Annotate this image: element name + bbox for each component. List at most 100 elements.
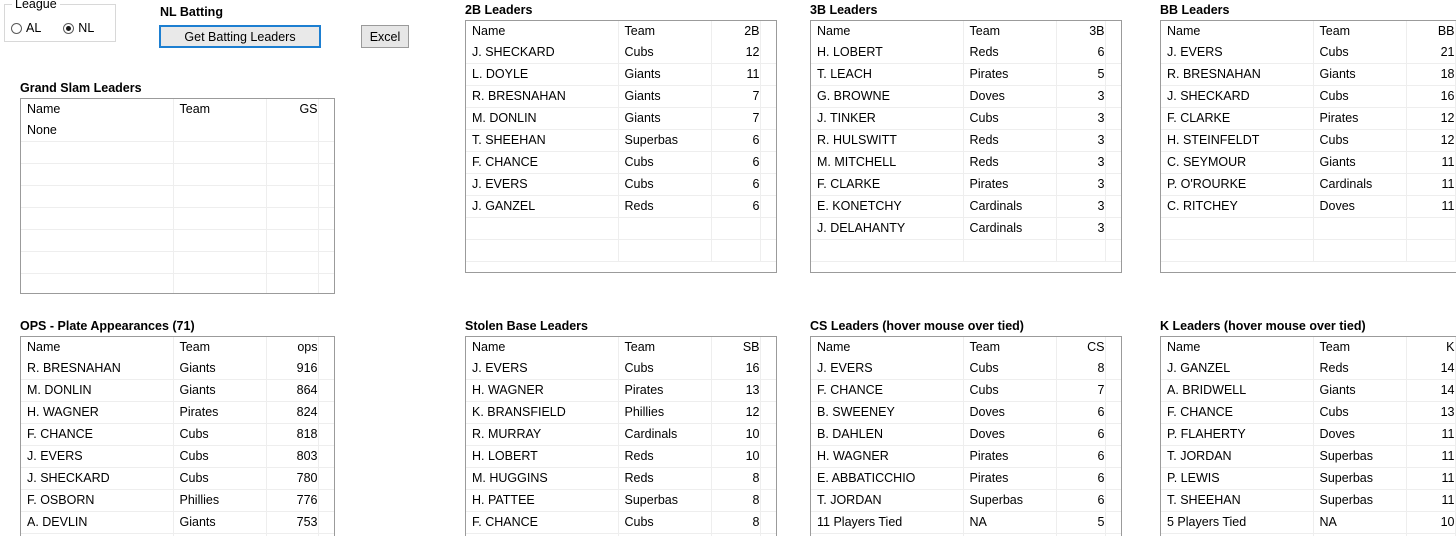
table-row[interactable]: F. CHANCE Cubs 818 xyxy=(21,423,334,446)
table-row-empty[interactable] xyxy=(811,239,1121,262)
table-row[interactable]: T. SHEEHAN Superbas 6 xyxy=(466,129,776,152)
table-row[interactable]: R. BRESNAHAN Giants 916 xyxy=(21,358,334,380)
grand-slam-grid[interactable]: Name Team GS None xyxy=(20,98,335,294)
stolen-bases-cell: H. LOBERT xyxy=(466,445,619,468)
walks-panel: BB Leaders Name Team BB J. EVERS Cubs 21 R. BRE… xyxy=(1160,2,1456,273)
table-row[interactable]: L. DOYLE Giants 11 xyxy=(466,63,776,86)
table-row[interactable]: P. FLAHERTY Doves 11 xyxy=(1161,423,1456,446)
table-row[interactable]: F. CLARKE Pirates 3 xyxy=(811,173,1121,196)
table-row[interactable]: J. GANZEL Reds 6 xyxy=(466,195,776,218)
table-row[interactable]: F. CHANCE Cubs 8 xyxy=(466,511,776,534)
table-row[interactable]: C. SEYMOUR Giants 11 xyxy=(1161,151,1456,174)
table-row[interactable]: J. SHECKARD Cubs 12 xyxy=(466,42,776,64)
table-row[interactable]: G. BROWNE Doves 3 xyxy=(811,85,1121,108)
table-row-empty[interactable] xyxy=(21,163,334,186)
table-row[interactable]: J. TINKER Cubs 3 xyxy=(811,107,1121,130)
stolen-bases-cell: Superbas xyxy=(618,489,712,512)
table-row-empty[interactable] xyxy=(466,217,776,240)
caught-stealing-grid[interactable]: Name Team CS J. EVERS Cubs 8 F. CHANCE Cubs 7 B. … xyxy=(810,336,1122,536)
table-row-empty[interactable] xyxy=(466,239,776,262)
walks-grid[interactable]: Name Team BB J. EVERS Cubs 21 R. BRESNAHAN Gian… xyxy=(1160,20,1456,273)
stolen-bases-grid[interactable]: Name Team SB J. EVERS Cubs 16 H. WAGNER Pirates… xyxy=(465,336,777,536)
table-row[interactable]: J. EVERS Cubs 16 xyxy=(466,358,776,380)
ops-grid[interactable]: Name Team ops R. BRESNAHAN Giants 916 M. DONLI… xyxy=(20,336,335,536)
strikeouts-cell: Doves xyxy=(1313,423,1407,446)
table-row[interactable]: 5 Players Tied NA 10 xyxy=(1161,511,1456,534)
table-row[interactable]: J. SHECKARD Cubs 16 xyxy=(1161,85,1456,108)
grand-slam-cell-empty xyxy=(318,185,334,208)
table-row[interactable]: F. OSBORN Phillies 776 xyxy=(21,489,334,512)
table-row[interactable]: R. HULSWITT Reds 3 xyxy=(811,129,1121,152)
table-row[interactable]: T. JORDAN Superbas 11 xyxy=(1161,445,1456,468)
table-row[interactable]: M. DONLIN Giants 864 xyxy=(21,379,334,402)
table-row[interactable]: H. WAGNER Pirates 13 xyxy=(466,379,776,402)
table-row[interactable]: J. EVERS Cubs 6 xyxy=(466,173,776,196)
triples-title: 3B Leaders xyxy=(810,3,878,17)
table-row-empty[interactable] xyxy=(1161,217,1456,240)
table-row[interactable]: R. BRESNAHAN Giants 18 xyxy=(1161,63,1456,86)
caught-stealing-col-header: CS xyxy=(1056,337,1106,358)
caught-stealing-col-header xyxy=(1105,337,1121,358)
stolen-bases-cell: J. EVERS xyxy=(466,358,619,380)
table-row[interactable]: 11 Players Tied NA 5 xyxy=(811,511,1121,534)
get-batting-leaders-button[interactable]: Get Batting Leaders xyxy=(159,25,321,48)
table-row[interactable]: F. CHANCE Cubs 6 xyxy=(466,151,776,174)
strikeouts-grid[interactable]: Name Team K J. GANZEL Reds 14 A. BRIDWELL Giant… xyxy=(1160,336,1456,536)
table-row[interactable]: P. LEWIS Superbas 11 xyxy=(1161,467,1456,490)
table-row-empty[interactable] xyxy=(21,273,334,293)
table-row[interactable]: B. SWEENEY Doves 6 xyxy=(811,401,1121,424)
table-row[interactable]: T. JORDAN Superbas 6 xyxy=(811,489,1121,512)
table-row[interactable]: H. STEINFELDT Cubs 12 xyxy=(1161,129,1456,152)
table-row[interactable]: M. MITCHELL Reds 3 xyxy=(811,151,1121,174)
table-row[interactable]: J. EVERS Cubs 21 xyxy=(1161,42,1456,64)
table-row[interactable]: T. LEACH Pirates 5 xyxy=(811,63,1121,86)
table-row-empty[interactable] xyxy=(21,251,334,274)
table-row-empty[interactable] xyxy=(21,141,334,164)
excel-export-button[interactable]: Excel xyxy=(361,25,409,48)
table-row[interactable]: H. LOBERT Reds 10 xyxy=(466,445,776,468)
table-row[interactable]: J. SHECKARD Cubs 780 xyxy=(21,467,334,490)
table-row[interactable]: E. ABBATICCHIO Pirates 6 xyxy=(811,467,1121,490)
table-row[interactable]: H. LOBERT Reds 6 xyxy=(811,42,1121,64)
triples-cell xyxy=(1105,217,1121,240)
table-row[interactable]: J. EVERS Cubs 803 xyxy=(21,445,334,468)
table-row[interactable]: R. BRESNAHAN Giants 7 xyxy=(466,85,776,108)
doubles-cell xyxy=(760,129,776,152)
radio-league-nl[interactable]: NL xyxy=(63,21,94,35)
triples-grid[interactable]: Name Team 3B H. LOBERT Reds 6 T. LEACH Pirates 5… xyxy=(810,20,1122,273)
table-row[interactable]: J. DELAHANTY Cardinals 3 xyxy=(811,217,1121,240)
radio-dot-al[interactable] xyxy=(11,22,22,34)
doubles-cell: J. SHECKARD xyxy=(466,42,619,64)
table-row[interactable]: J. EVERS Cubs 8 xyxy=(811,358,1121,380)
table-row[interactable]: C. RITCHEY Doves 11 xyxy=(1161,195,1456,218)
table-row[interactable]: None xyxy=(21,120,334,142)
table-row[interactable]: H. WAGNER Pirates 6 xyxy=(811,445,1121,468)
doubles-cell xyxy=(760,151,776,174)
table-row[interactable]: B. DAHLEN Doves 6 xyxy=(811,423,1121,446)
doubles-cell-empty xyxy=(466,217,619,240)
table-row[interactable]: E. KONETCHY Cardinals 3 xyxy=(811,195,1121,218)
table-row[interactable]: A. BRIDWELL Giants 14 xyxy=(1161,379,1456,402)
table-row[interactable]: H. WAGNER Pirates 824 xyxy=(21,401,334,424)
table-row[interactable]: P. O'ROURKE Cardinals 11 xyxy=(1161,173,1456,196)
table-row-empty[interactable] xyxy=(21,229,334,252)
walks-cell: Doves xyxy=(1313,195,1407,218)
table-row[interactable]: F. CHANCE Cubs 7 xyxy=(811,379,1121,402)
table-row[interactable]: M. HUGGINS Reds 8 xyxy=(466,467,776,490)
table-row[interactable]: K. BRANSFIELD Phillies 12 xyxy=(466,401,776,424)
table-row[interactable]: H. PATTEE Superbas 8 xyxy=(466,489,776,512)
table-row[interactable]: T. SHEEHAN Superbas 11 xyxy=(1161,489,1456,512)
table-row[interactable]: J. GANZEL Reds 14 xyxy=(1161,358,1456,380)
table-row-empty[interactable] xyxy=(1161,239,1456,262)
table-row[interactable]: F. CHANCE Cubs 13 xyxy=(1161,401,1456,424)
table-row[interactable]: M. DONLIN Giants 7 xyxy=(466,107,776,130)
table-row[interactable]: A. DEVLIN Giants 753 xyxy=(21,511,334,534)
radio-dot-nl[interactable] xyxy=(63,22,75,34)
table-row-empty[interactable] xyxy=(21,207,334,230)
table-row[interactable]: F. CLARKE Pirates 12 xyxy=(1161,107,1456,130)
radio-league-al[interactable]: AL xyxy=(11,21,41,35)
table-row-empty[interactable] xyxy=(21,185,334,208)
triples-cell xyxy=(1105,195,1121,218)
doubles-grid[interactable]: Name Team 2B J. SHECKARD Cubs 12 L. DOYLE Giant… xyxy=(465,20,777,273)
table-row[interactable]: R. MURRAY Cardinals 10 xyxy=(466,423,776,446)
